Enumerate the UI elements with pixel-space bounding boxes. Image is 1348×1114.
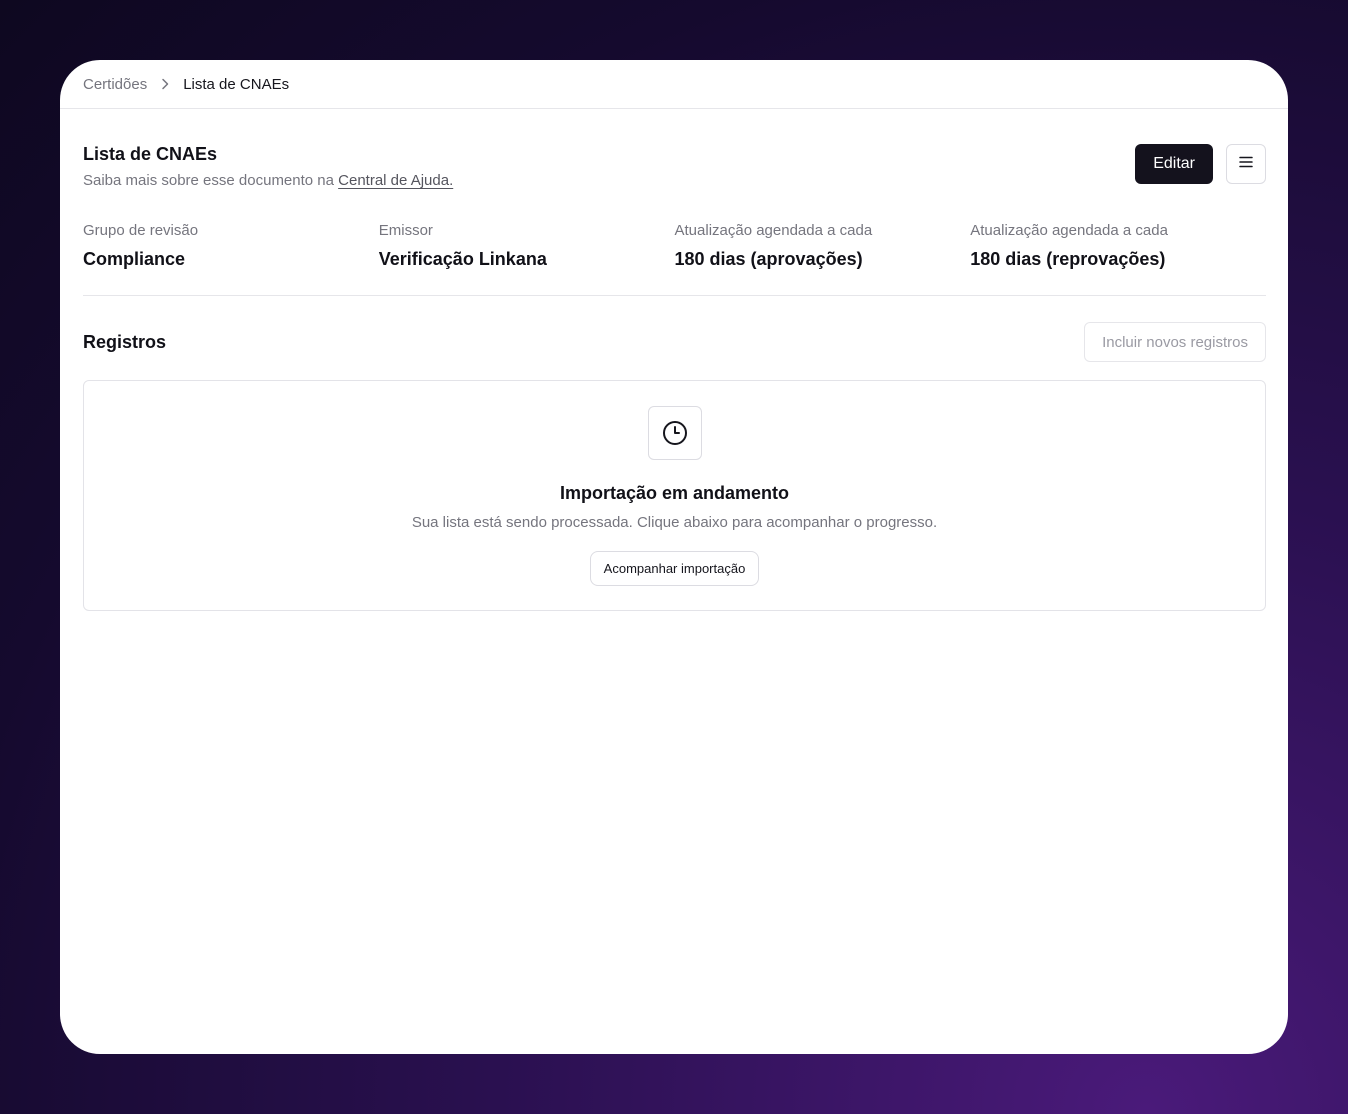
menu-button[interactable]	[1226, 144, 1266, 184]
info-update-rejections: Atualização agendada a cada 180 dias (re…	[970, 222, 1266, 270]
header-text: Lista de CNAEs Saiba mais sobre esse doc…	[83, 143, 453, 189]
add-records-button[interactable]: Incluir novos registros	[1084, 322, 1266, 362]
page-title: Lista de CNAEs	[83, 144, 218, 164]
track-import-button[interactable]: Acompanhar importação	[589, 551, 760, 586]
main-content: Lista de CNAEs Saiba mais sobre esse doc…	[60, 109, 1288, 611]
help-center-link[interactable]: Central de Ajuda.	[338, 172, 453, 189]
breadcrumb: Certidões Lista de CNAEs	[60, 60, 1288, 109]
page-header: Lista de CNAEs Saiba mais sobre esse doc…	[83, 109, 1266, 189]
info-value: Compliance	[83, 249, 186, 269]
breadcrumb-parent-link[interactable]: Certidões	[83, 76, 147, 93]
records-title: Registros	[83, 331, 167, 352]
info-issuer: Emissor Verificação Linkana	[379, 222, 675, 270]
chevron-right-icon	[161, 78, 169, 90]
document-info: Grupo de revisão Compliance Emissor Veri…	[83, 222, 1266, 296]
import-status-card: Importação em andamento Sua lista está s…	[83, 380, 1266, 611]
info-value: 180 dias (reprovações)	[970, 249, 1166, 269]
info-value: Verificação Linkana	[378, 249, 547, 269]
page-subtitle: Saiba mais sobre esse documento na Centr…	[83, 172, 453, 189]
clock-icon	[647, 406, 702, 460]
import-status-title: Importação em andamento	[559, 483, 790, 503]
info-review-group: Grupo de revisão Compliance	[83, 222, 379, 270]
menu-icon	[1239, 155, 1253, 173]
info-value: 180 dias (aprovações)	[674, 249, 863, 269]
info-update-approvals: Atualização agendada a cada 180 dias (ap…	[675, 222, 971, 270]
info-label: Atualização agendada a cada	[970, 222, 1168, 239]
app-window: Certidões Lista de CNAEs Lista de CNAEs …	[60, 60, 1288, 1054]
header-actions: Editar	[1135, 144, 1266, 184]
import-status-description: Sua lista está sendo processada. Clique …	[411, 514, 938, 531]
records-header: Registros Incluir novos registros	[83, 322, 1266, 362]
info-label: Emissor	[378, 222, 433, 239]
subtitle-text: Saiba mais sobre esse documento na	[83, 172, 339, 189]
edit-button[interactable]: Editar	[1135, 144, 1213, 184]
info-label: Atualização agendada a cada	[674, 222, 873, 239]
info-label: Grupo de revisão	[83, 222, 199, 239]
breadcrumb-current: Lista de CNAEs	[183, 75, 290, 93]
